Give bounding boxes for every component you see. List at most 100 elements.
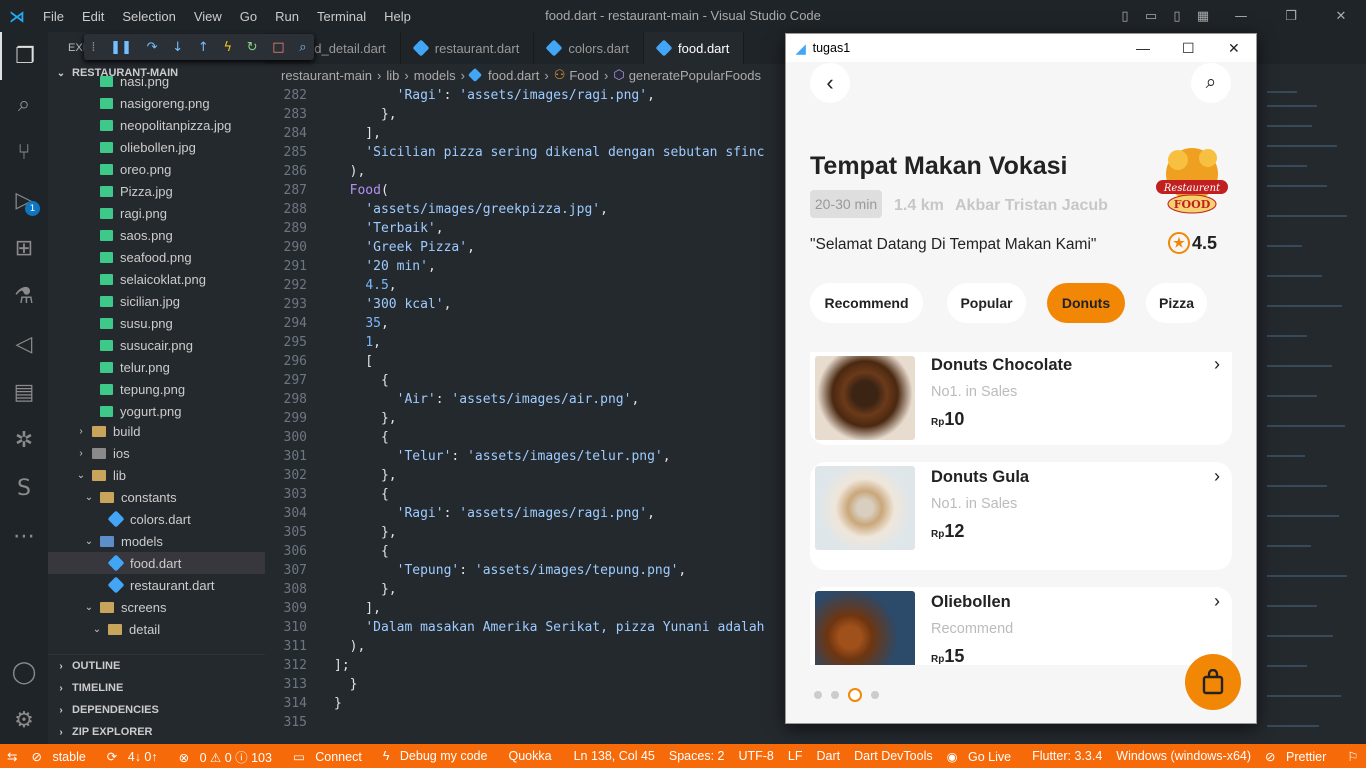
status-indent[interactable]: Spaces: 2 [662,749,732,763]
folder-build[interactable]: › build [48,420,265,442]
file-item[interactable]: selaicoklat.png [48,268,265,290]
food-list[interactable]: Donuts Chocolate No1. in Sales Rp10 › Do… [786,352,1256,665]
category-pizza[interactable]: Pizza [1146,283,1207,323]
menu-selection[interactable]: Selection [113,9,184,24]
snippets-icon[interactable]: S [0,464,48,512]
file-item[interactable]: sicilian.jpg [48,290,265,312]
remote-icon[interactable]: ⇆ [0,749,24,764]
file-item[interactable]: Pizza.jpg [48,180,265,202]
status-language[interactable]: Dart [809,749,847,763]
status-problems[interactable]: ⊗ 0 ⚠ 0 ⓘ 103 [172,747,286,766]
menu-terminal[interactable]: Terminal [308,9,375,24]
inspect-icon[interactable]: ⌕ [299,40,306,55]
status-connect[interactable]: ▭ Connect [286,749,376,764]
section-dependencies[interactable]: › DEPENDENCIES [48,699,265,721]
status-prettier[interactable]: ⊘ Prettier [1258,749,1340,764]
status-quokka[interactable]: Quokka [501,749,558,763]
page-dot-active[interactable] [848,688,862,702]
menu-view[interactable]: View [185,9,231,24]
file-item[interactable]: yogurt.png [48,400,265,420]
menu-go[interactable]: Go [231,9,266,24]
minimap[interactable] [1267,86,1352,744]
breadcrumb-item[interactable]: lib [386,68,399,83]
status-encoding[interactable]: UTF-8 [731,749,780,763]
file-item[interactable]: tepung.png [48,378,265,400]
status-debug[interactable]: ϟ Debug my code [376,749,502,763]
file-item[interactable]: susucair.png [48,334,265,356]
minimize-button[interactable]: — [1216,9,1266,24]
close-button[interactable]: ✕ [1228,34,1240,62]
tab-restaurant[interactable]: restaurant.dart [401,32,535,64]
step-out-icon[interactable]: ↑ [198,40,209,55]
restore-button[interactable]: ❐ [1266,9,1316,24]
status-eol[interactable]: LF [781,749,810,763]
menu-file[interactable]: File [34,9,73,24]
page-dot[interactable] [814,691,822,699]
category-donuts[interactable]: Donuts [1047,283,1125,323]
folder-constants[interactable]: ⌄ constants [48,486,265,508]
food-card[interactable]: Donuts Gula No1. in Sales Rp12 › [810,462,1232,570]
breadcrumb-item[interactable]: generatePopularFoods [629,68,761,83]
status-branch[interactable]: ⊘ stable [24,749,99,764]
close-button[interactable]: ✕ [1316,9,1366,24]
more-icon[interactable]: ⋯ [0,512,48,560]
file-colors-dart[interactable]: colors.dart [48,508,265,530]
search-icon[interactable]: ⌕ [0,80,48,128]
breadcrumb-item[interactable]: food.dart [488,68,539,83]
folder-ios[interactable]: › ios [48,442,265,464]
breadcrumb-item[interactable]: Food [569,68,599,83]
file-item[interactable]: neopolitanpizza.jpg [48,114,265,136]
run-debug-icon[interactable]: ▷ 1 [0,176,48,224]
section-zip-explorer[interactable]: › ZIP EXPLORER [48,721,265,743]
file-item[interactable]: telur.png [48,356,265,378]
restart-icon[interactable]: ↻ [247,40,258,55]
menu-run[interactable]: Run [266,9,308,24]
step-into-icon[interactable]: ↓ [172,40,183,55]
settings-gear-icon[interactable]: ⚙ [0,696,48,744]
cart-button[interactable] [1185,654,1241,710]
toggle-secondary-icon[interactable]: ▯ [1164,9,1190,24]
file-item[interactable]: nasigoreng.png [48,92,265,114]
menu-help[interactable]: Help [375,9,420,24]
testing-icon[interactable]: ⚗ [0,272,48,320]
food-card[interactable]: Oliebollen Recommend Rp15 › [810,587,1232,665]
maximize-button[interactable]: ☐ [1182,34,1195,62]
category-recommend[interactable]: Recommend [810,283,923,323]
menu-edit[interactable]: Edit [73,9,113,24]
category-popular[interactable]: Popular [947,283,1026,323]
file-item[interactable]: susu.png [48,312,265,334]
search-button[interactable]: ⌕ [1191,63,1231,103]
page-dot[interactable] [871,691,879,699]
section-timeline[interactable]: › TIMELINE [48,677,265,699]
drag-handle-icon[interactable]: ⁞ [91,40,95,55]
status-sync[interactable]: ⟳ 4↓ 0↑ [100,749,172,764]
status-cursor[interactable]: Ln 138, Col 45 [567,749,662,763]
account-icon[interactable]: ◯ [0,648,48,696]
feedback-icon[interactable]: ⚐ [1340,749,1365,764]
status-golive[interactable]: ◉ Go Live [940,749,1025,764]
breadcrumb-item[interactable]: models [414,68,456,83]
file-item[interactable]: oliebollen.jpg [48,136,265,158]
file-item[interactable]: saos.png [48,224,265,246]
status-devtools[interactable]: Dart DevTools [847,749,940,763]
kubernetes-icon[interactable]: ✲ [0,416,48,464]
status-device[interactable]: Windows (windows-x64) [1109,749,1258,763]
step-over-icon[interactable]: ↷ [147,40,158,55]
file-item[interactable]: seafood.png [48,246,265,268]
flutter-icon[interactable]: ◁ [0,320,48,368]
back-button[interactable]: ‹ [810,63,850,103]
minimize-button[interactable]: — [1136,34,1150,62]
hot-reload-icon[interactable]: ϟ [223,40,232,55]
pause-icon[interactable]: ❚❚ [110,40,132,55]
stop-icon[interactable]: □ [272,40,284,55]
layout-icon[interactable]: ▦ [1190,9,1216,24]
toggle-sidebar-icon[interactable]: ▯ [1112,9,1138,24]
tab-food[interactable]: food.dart [644,32,745,64]
file-restaurant-dart[interactable]: restaurant.dart [48,574,265,596]
tab-colors[interactable]: colors.dart [534,32,645,64]
file-item[interactable]: oreo.png [48,158,265,180]
page-dot[interactable] [831,691,839,699]
source-control-icon[interactable]: ⑂ [0,128,48,176]
folder-detail[interactable]: ⌄ detail [48,618,265,640]
explorer-icon[interactable]: ❐ [0,32,48,80]
